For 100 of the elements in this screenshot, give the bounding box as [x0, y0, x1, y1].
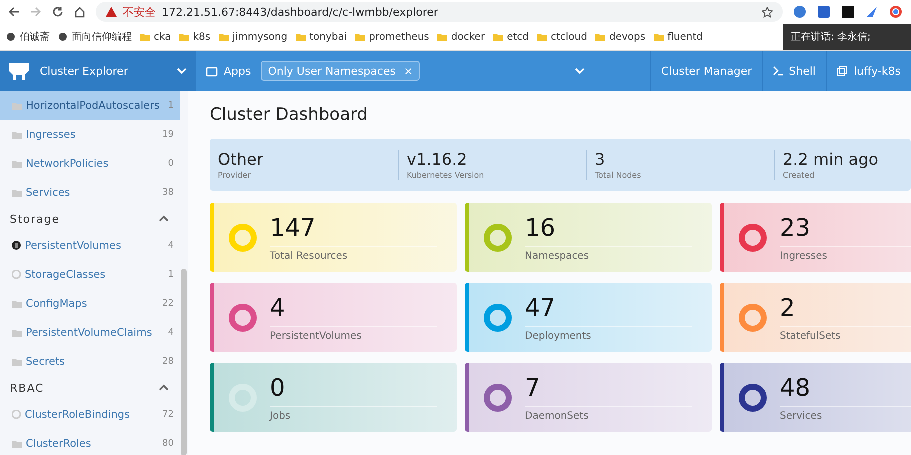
- card-label: PersistentVolumes: [270, 330, 363, 342]
- resource-card[interactable]: 16 Namespaces: [465, 203, 712, 272]
- folder-icon: [12, 160, 22, 168]
- resource-card[interactable]: 47 Deployments: [465, 283, 712, 352]
- folder-icon: [437, 33, 448, 41]
- sidebar-item[interactable]: ClusterRoleBindings 72: [0, 400, 180, 429]
- scrollbar[interactable]: [181, 269, 187, 455]
- card-count: 2: [780, 294, 911, 326]
- item-label: Services: [26, 186, 72, 198]
- bookmark[interactable]: ctcloud: [536, 32, 588, 42]
- item-count: 4: [168, 328, 174, 338]
- item-count: 0: [168, 158, 174, 168]
- resource-card[interactable]: 4 PersistentVolumes: [210, 283, 457, 352]
- card-count: 7: [525, 374, 692, 406]
- resource-card[interactable]: 0 Jobs: [210, 363, 457, 432]
- extension-icon[interactable]: [841, 5, 855, 19]
- star-icon[interactable]: [762, 6, 773, 18]
- folder-icon: [12, 328, 22, 336]
- sidebar-item[interactable]: NetworkPolicies 0: [0, 149, 180, 178]
- bookmark[interactable]: cka: [140, 32, 172, 42]
- namespace-dropdown-icon: [574, 67, 586, 75]
- item-count: 4: [168, 240, 174, 250]
- card-label: Deployments: [525, 330, 592, 342]
- summary-value: v1.16.2: [407, 150, 468, 169]
- folder-icon: [493, 33, 504, 41]
- folder-icon: [595, 33, 606, 41]
- site-icon: [6, 32, 16, 42]
- sidebar-item[interactable]: Services 38: [0, 178, 180, 207]
- bookmark[interactable]: jimmysong: [218, 32, 288, 42]
- sidebar-item[interactable]: PersistentVolumeClaims 4: [0, 318, 180, 347]
- sidebar-item[interactable]: StorageClasses 1: [0, 260, 180, 289]
- folder-icon: [12, 300, 22, 308]
- bookmark[interactable]: 面向信仰编程: [58, 30, 132, 44]
- bookmark[interactable]: fluentd: [654, 32, 703, 42]
- sidebar-item[interactable]: PersistentVolumes 4: [0, 231, 180, 260]
- security-label: 不安全: [123, 4, 156, 20]
- resource-card[interactable]: 2 StatefulSets: [720, 283, 911, 352]
- item-count: 1: [168, 100, 174, 110]
- card-count: 0: [270, 374, 437, 406]
- copy-icon: [837, 66, 848, 76]
- warning-icon: [106, 7, 117, 17]
- bookmark[interactable]: 伯诚斋: [6, 30, 50, 44]
- card-label: Ingresses: [780, 250, 828, 262]
- url-text: 172.21.51.67:8443/dashboard/c/c-lwmbb/explorer: [162, 6, 438, 18]
- sidebar-item[interactable]: ConfigMaps 22: [0, 289, 180, 318]
- namespace-filter: Only User Namespaces: [268, 64, 396, 78]
- card-label: Jobs: [270, 410, 292, 422]
- sidebar-item[interactable]: Secrets 28: [0, 347, 180, 376]
- folder-icon: [355, 33, 366, 41]
- resource-card[interactable]: 7 DaemonSets: [465, 363, 712, 432]
- terminal-icon: [773, 66, 784, 76]
- summary-label: Provider: [218, 171, 252, 180]
- section-title: RBAC: [10, 382, 44, 394]
- card-label: DaemonSets: [525, 410, 590, 422]
- item-label: Ingresses: [26, 128, 77, 140]
- sidebar-item[interactable]: Ingresses 19: [0, 120, 180, 149]
- summary-label: Total Nodes: [595, 171, 642, 180]
- summary-label: Kubernetes Version: [407, 171, 486, 180]
- card-count: 4: [270, 294, 437, 326]
- chrome-icon[interactable]: [889, 5, 903, 19]
- chevron-down-icon: [176, 67, 188, 75]
- card-label: Services: [780, 410, 824, 422]
- resource-card[interactable]: 48 Services: [720, 363, 911, 432]
- folder-icon: [536, 33, 547, 41]
- bookmark[interactable]: k8s: [179, 32, 211, 42]
- bookmark[interactable]: etcd: [493, 32, 529, 42]
- sidebar-item[interactable]: HorizontalPodAutoscalers 1: [0, 91, 180, 120]
- resource-card[interactable]: 147 Total Resources: [210, 203, 457, 272]
- back-icon[interactable]: [8, 6, 20, 18]
- item-label: PersistentVolumes: [25, 240, 122, 252]
- item-label: ConfigMaps: [26, 298, 88, 310]
- resource-card[interactable]: 23 Ingresses: [720, 203, 911, 272]
- folder-icon: [12, 130, 22, 138]
- card-count: 23: [780, 214, 911, 246]
- bookmark[interactable]: devops: [595, 32, 646, 42]
- item-label: ClusterRoleBindings: [25, 408, 132, 420]
- reload-icon[interactable]: [52, 6, 64, 18]
- card-count: 47: [525, 294, 692, 326]
- folder-icon: [140, 33, 150, 41]
- item-label: HorizontalPodAutoscalers: [26, 100, 161, 112]
- summary-value: 3: [595, 150, 606, 169]
- item-label: Secrets: [26, 356, 66, 368]
- address-bar[interactable]: 不安全 172.21.51.67:8443/dashboard/c/c-lwmbb/explorer: [96, 2, 783, 22]
- bookmark[interactable]: docker: [437, 32, 486, 42]
- summary-value: 2.2 min ago: [783, 150, 880, 169]
- home-icon[interactable]: [74, 6, 86, 18]
- card-label: StatefulSets: [780, 330, 842, 342]
- folder-icon: [218, 33, 229, 41]
- item-count: 1: [168, 270, 174, 280]
- sidebar-item[interactable]: ClusterRoles 80: [0, 429, 180, 455]
- item-label: NetworkPolicies: [26, 158, 110, 170]
- chevron-up-icon: [158, 214, 170, 222]
- section-title: Storage: [10, 212, 60, 226]
- folder-icon: [12, 358, 22, 366]
- item-label: ClusterRoles: [26, 438, 92, 450]
- store-icon: [206, 66, 218, 76]
- bookmark[interactable]: tonybai: [296, 32, 348, 42]
- bookmark[interactable]: prometheus: [355, 32, 430, 42]
- item-count: 22: [162, 298, 174, 308]
- item-count: 38: [162, 188, 174, 198]
